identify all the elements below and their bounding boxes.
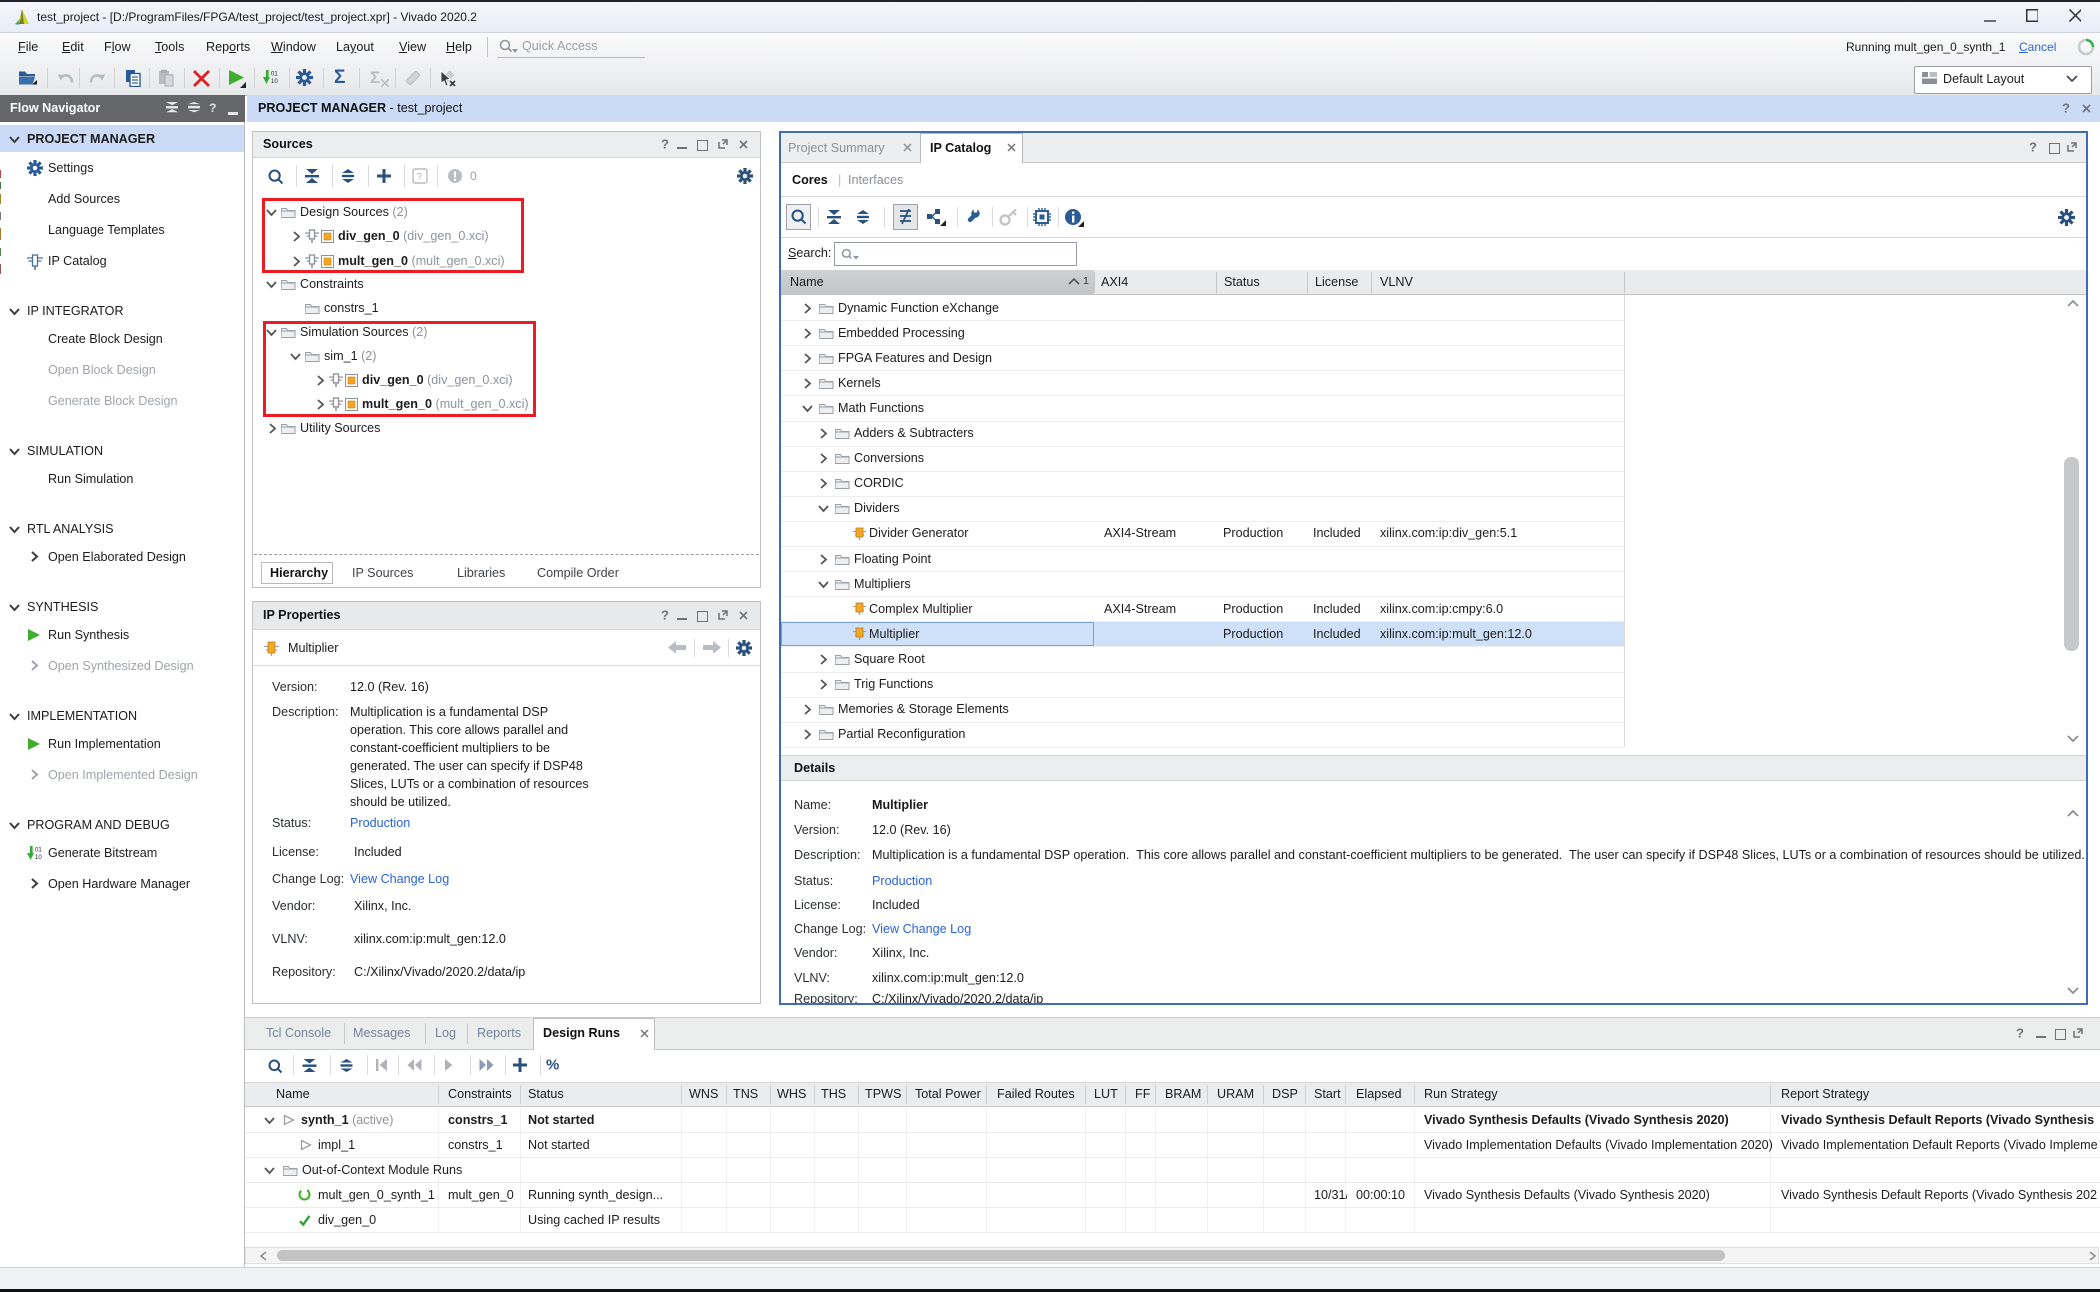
svg-text:01: 01	[35, 848, 42, 854]
svg-text:?: ?	[417, 172, 423, 183]
svg-text:01: 01	[271, 72, 278, 78]
svg-text:10: 10	[35, 855, 42, 861]
svg-text:10: 10	[271, 79, 278, 85]
